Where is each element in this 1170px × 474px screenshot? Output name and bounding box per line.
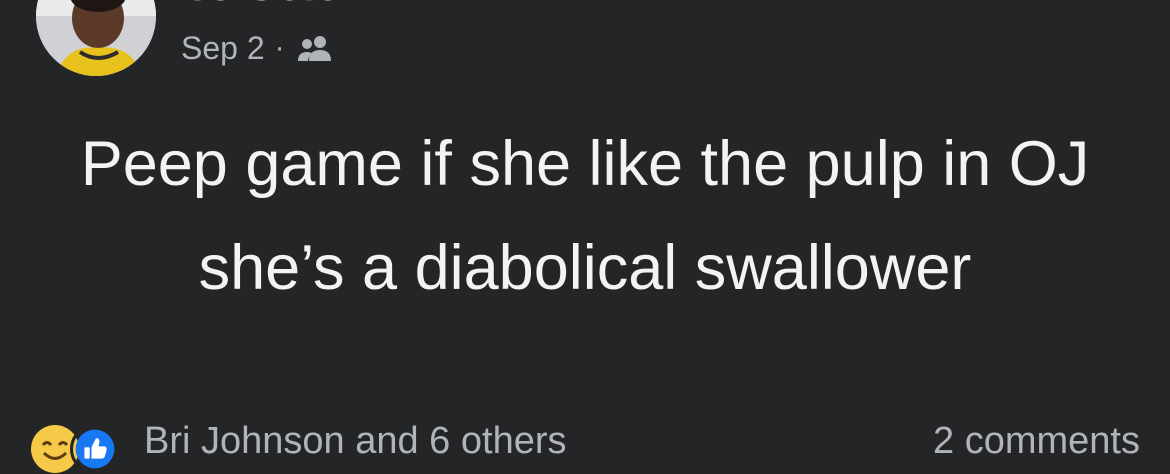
author-name[interactable]: Te Cole xyxy=(184,0,340,8)
comments-count[interactable]: 2 comments xyxy=(933,420,1140,463)
meta-separator: · xyxy=(274,31,285,64)
post-card: Te Cole Sep 2 · Peep game if she like th… xyxy=(0,0,1170,474)
reactions-summary[interactable] xyxy=(30,424,120,474)
post-footer: Bri Johnson and 6 others 2 comments xyxy=(30,416,1140,474)
avatar[interactable] xyxy=(36,0,156,76)
avatar-photo xyxy=(36,0,156,76)
post-meta: Sep 2 · xyxy=(181,28,335,68)
like-reaction-icon xyxy=(70,424,120,474)
post-date[interactable]: Sep 2 xyxy=(181,32,265,64)
friends-icon[interactable] xyxy=(295,33,335,63)
reactors-text[interactable]: Bri Johnson and 6 others xyxy=(144,420,567,463)
post-text: Peep game if she like the pulp in OJ she… xyxy=(80,129,1090,303)
